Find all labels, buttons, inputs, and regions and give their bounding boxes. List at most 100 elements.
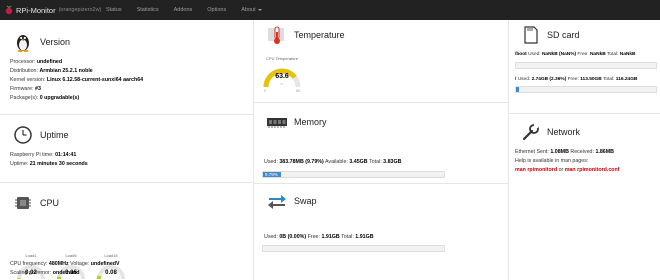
memory-used-value: 383.78MB (9.79%) xyxy=(279,159,324,165)
column-middle: Temperature CPU Temperature 63.6 °C 0 80… xyxy=(253,20,508,280)
firmware-label: Firmware: xyxy=(10,86,34,92)
memory-details: Used: 383.78MB (9.79%) Available: 3.45GB… xyxy=(264,158,502,167)
governor-value: ondemand xyxy=(52,270,80,276)
column-right: SD card /boot Used: NaNkB (NaN%) Free: N… xyxy=(508,20,660,280)
temperature-gauge: CPU Temperature 63.6 °C 0 80 xyxy=(262,56,302,93)
nav-menu: Status Statistics Addons Options About xyxy=(106,0,277,20)
network-title: Network xyxy=(547,127,581,137)
governor-label: Scaling governor: xyxy=(10,270,52,276)
temperature-max: 80 xyxy=(296,89,300,93)
load5-title: Load5 xyxy=(65,253,77,258)
packages-label: Package(s): xyxy=(10,95,39,101)
swap-free-label: Free: xyxy=(307,234,320,240)
swap-arrows-icon xyxy=(268,195,286,209)
memory-header: Memory xyxy=(266,112,327,132)
cpu-freq-value: 480MHz xyxy=(48,261,69,267)
swap-title: Swap xyxy=(294,196,317,206)
navbar: RPi-Monitor (orangepizero2w) Status Stat… xyxy=(0,0,660,20)
processor-line: Processor: undefined xyxy=(10,58,247,67)
network-section: Network Ethernet Sent: 1.08MB Received: … xyxy=(509,114,660,234)
root-free-label: Free: xyxy=(567,77,579,82)
temperature-title: Temperature xyxy=(294,30,345,40)
boot-used-label: Used: xyxy=(528,52,541,57)
voltage-label: Voltage: xyxy=(70,261,90,267)
boot-used-value: NaNkB (NaN%) xyxy=(541,52,577,57)
swap-used-value: 0B (0.00%) xyxy=(279,234,307,240)
nav-about[interactable]: About xyxy=(241,7,262,13)
sdcard-boot-details: /boot Used: NaNkB (NaN%) Free: NaNkB Tot… xyxy=(515,50,658,59)
nav-status[interactable]: Status xyxy=(106,7,122,13)
cpu-freq-label: CPU frequency: xyxy=(10,261,48,267)
nav-options[interactable]: Options xyxy=(207,7,226,13)
man-rpimonitord-conf-link[interactable]: man rpimonitord.conf xyxy=(565,167,620,173)
network-wrench-icon xyxy=(522,124,539,141)
or-text: or xyxy=(558,167,564,173)
swap-progress-bar xyxy=(262,245,445,252)
root-free-value: 113.50GB xyxy=(580,77,602,82)
firmware-line: Firmware: #3 xyxy=(10,85,247,94)
processor-label: Processor: xyxy=(10,59,36,65)
time-value: 01:14:41 xyxy=(55,152,77,158)
boot-progress-bar xyxy=(515,62,657,69)
nav-statistics[interactable]: Statistics xyxy=(137,7,159,13)
uptime-details: Raspberry Pi time: 01:14:41 Uptime: 21 m… xyxy=(10,151,247,169)
sdcard-section: SD card /boot Used: NaNkB (NaN%) Free: N… xyxy=(509,20,660,116)
memory-available-value: 3.45GB xyxy=(349,159,368,165)
swap-details: Used: 0B (0.00%) Free: 1.91GB Total: 1.9… xyxy=(264,233,502,242)
version-section: Version Processor: undefined Distributio… xyxy=(0,20,253,120)
received-value: 1.86MB xyxy=(595,149,614,155)
distribution-value: Armbian 25.2.1 noble xyxy=(39,68,93,74)
sdcard-title: SD card xyxy=(547,30,580,40)
load15-title: Load15 xyxy=(104,253,118,258)
root-used-value: 2.74GB (2.36%) xyxy=(531,77,567,82)
cpu-chip-icon xyxy=(15,197,31,209)
memory-progress-text: 9.79% xyxy=(265,172,278,177)
kernel-value: Linux 6.12.58-current-sunxi64 aarch64 xyxy=(46,77,144,83)
memory-available-label: Available: xyxy=(324,159,348,165)
network-header: Network xyxy=(519,122,580,142)
distribution-line: Distribution: Armbian 25.2.1 noble xyxy=(10,67,247,76)
help-line: Help is available in man pages: xyxy=(515,158,589,164)
firmware-value: #3 xyxy=(35,86,41,92)
cpu-header: CPU xyxy=(12,193,59,213)
governor-line: Scaling governor: ondemand xyxy=(10,269,247,278)
swap-header: Swap xyxy=(266,191,317,211)
packages-line: Package(s): 0 upgradable(s) xyxy=(10,94,247,103)
voltage-value: undefinedV xyxy=(90,261,120,267)
nav-addons[interactable]: Addons xyxy=(174,7,193,13)
boot-free-label: Free: xyxy=(577,52,589,57)
temperature-section: Temperature CPU Temperature 63.6 °C 0 80 xyxy=(254,20,508,100)
root-path: / xyxy=(515,77,517,82)
received-label: Received: xyxy=(570,149,594,155)
version-title: Version xyxy=(40,37,71,47)
man-rpimonitord-link[interactable]: man rpimonitord xyxy=(515,167,557,173)
sdcard-header: SD card xyxy=(519,25,580,45)
caret-down-icon xyxy=(257,8,262,11)
ram-module-icon xyxy=(267,118,287,128)
brand-hostname: (orangepizero2w) xyxy=(58,7,102,13)
packages-value: 0 upgradable(s) xyxy=(39,95,80,101)
swap-line: Used: 0B (0.00%) Free: 1.91GB Total: 1.9… xyxy=(264,233,502,242)
version-header: Version xyxy=(12,32,70,52)
brand-title: RPi-Monitor xyxy=(16,5,56,15)
sdcard-root-line: / Used: 2.74GB (2.36%) Free: 113.50GB To… xyxy=(515,75,658,84)
temperature-min: 0 xyxy=(264,89,266,93)
kernel-line: Kernel version: Linux 6.12.58-current-su… xyxy=(10,76,247,85)
swap-total-value: 1.91GB xyxy=(355,234,374,240)
man-pages-line: man rpimonitord or man rpimonitord.conf xyxy=(515,166,654,175)
brand[interactable]: RPi-Monitor (orangepizero2w) xyxy=(5,4,101,16)
boot-total-label: Total: xyxy=(606,52,619,57)
swap-used-label: Used: xyxy=(264,234,278,240)
clock-icon xyxy=(14,126,32,144)
root-used-label: Used: xyxy=(517,77,531,82)
cpu-freq-line: CPU frequency: 480MHz Voltage: undefined… xyxy=(10,260,247,269)
memory-used-label: Used: xyxy=(264,159,278,165)
temperature-unit: °C xyxy=(280,82,284,86)
sent-label: Ethernet Sent: xyxy=(515,149,549,155)
swap-total-label: Total: xyxy=(341,234,354,240)
root-progress-fill xyxy=(516,87,520,92)
column-left: Version Processor: undefined Distributio… xyxy=(0,20,253,280)
uptime-line: Uptime: 21 minutes 30 seconds xyxy=(10,160,247,169)
boot-path: /boot xyxy=(515,52,527,57)
memory-title: Memory xyxy=(294,117,327,127)
